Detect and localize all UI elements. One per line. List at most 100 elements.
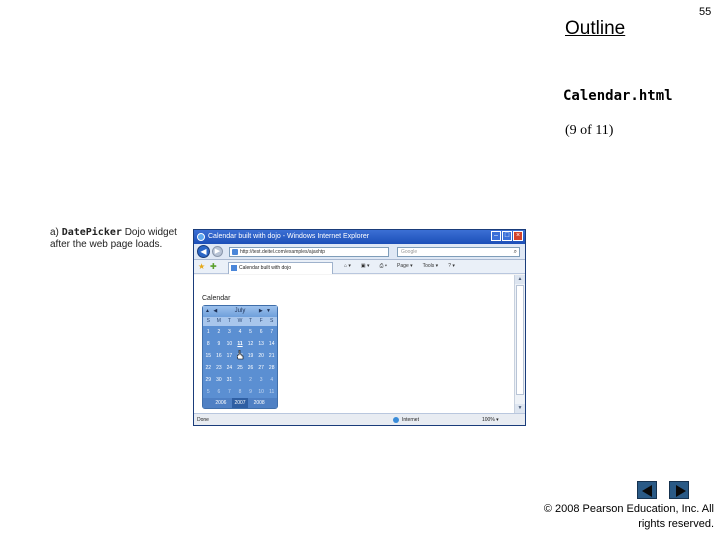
close-icon[interactable]: ×	[513, 231, 523, 241]
status-zone: Internet	[393, 414, 419, 425]
prev-month-icon[interactable]: ▲ ◀	[205, 306, 218, 317]
weekday-header: S	[266, 317, 277, 326]
page-number: 55	[699, 6, 712, 18]
add-favorites-icon[interactable]: ✚	[210, 263, 217, 271]
calendar-day[interactable]: 7	[224, 386, 235, 398]
back-button[interactable]: ◀	[197, 245, 210, 258]
calendar-day[interactable]: 30	[214, 374, 225, 386]
figure-caption: a) DatePicker Dojo widget after the web …	[50, 227, 185, 251]
home-icon[interactable]: ⌂ ▾	[344, 263, 351, 269]
calendar-day[interactable]: 9	[214, 338, 225, 350]
part-label: (9 of 11)	[565, 123, 614, 138]
calendar-heading: Calendar	[202, 295, 231, 302]
outline-link[interactable]: Outline	[565, 18, 625, 40]
tools-menu[interactable]: Tools ▾	[423, 263, 439, 269]
calendar-day[interactable]: 29	[203, 374, 214, 386]
calendar-day[interactable]: 19	[245, 350, 256, 362]
hand-cursor-icon	[237, 350, 244, 360]
browser-tab[interactable]: Calendar built with dojo	[228, 262, 333, 274]
weekday-header: W	[234, 317, 246, 326]
browser-title: Calendar built with dojo - Windows Inter…	[208, 233, 370, 240]
previous-slide-button[interactable]	[637, 481, 657, 499]
scroll-up-icon[interactable]: ▲	[515, 275, 525, 284]
calendar-day[interactable]: 22	[203, 362, 214, 374]
calendar-day[interactable]: 8	[203, 338, 214, 350]
page-menu[interactable]: Page ▾	[397, 263, 413, 269]
calendar-day[interactable]: 10	[256, 386, 267, 398]
browser-titlebar: Calendar built with dojo - Windows Inter…	[194, 230, 525, 244]
calendar-day[interactable]: 14	[266, 338, 277, 350]
calendar-day[interactable]: 3	[256, 374, 267, 386]
calendar-day[interactable]: 6	[256, 326, 267, 338]
year-selector: 2006 2007 2008	[203, 398, 277, 408]
calendar-day[interactable]: 17	[224, 350, 235, 362]
url-field[interactable]: http://test.deitel.com/examples/ajaxhtp	[229, 247, 389, 257]
weekday-header: F	[255, 317, 267, 326]
calendar-day[interactable]: 25	[235, 362, 246, 374]
address-bar: ◀ ▶ http://test.deitel.com/examples/ajax…	[194, 244, 525, 260]
calendar-day[interactable]: 31	[224, 374, 235, 386]
scroll-down-icon[interactable]: ▼	[515, 404, 525, 413]
calendar-day[interactable]: 4	[266, 374, 277, 386]
forward-button[interactable]: ▶	[212, 246, 223, 257]
calendar-day[interactable]: 20	[256, 350, 267, 362]
next-slide-button[interactable]	[669, 481, 689, 499]
calendar-day[interactable]: 12	[245, 338, 256, 350]
calendar-day[interactable]: 5	[203, 386, 214, 398]
calendar-day[interactable]: 10	[224, 338, 235, 350]
status-bar: Done Internet 100% ▾	[194, 413, 525, 425]
window-controls: – □ ×	[491, 231, 523, 241]
calendar-day[interactable]: 26	[245, 362, 256, 374]
search-icon[interactable]: ⌕	[514, 248, 517, 256]
calendar-day[interactable]: 11	[266, 386, 277, 398]
caption-prefix: a)	[50, 227, 59, 238]
minimize-icon[interactable]: –	[491, 231, 501, 241]
weekday-header: M	[213, 317, 225, 326]
favorites-star-icon[interactable]: ★	[198, 263, 205, 271]
year-option[interactable]: 2007	[232, 398, 248, 408]
year-option[interactable]: 2008	[252, 398, 267, 408]
calendar-day[interactable]: 13	[256, 338, 267, 350]
calendar-day[interactable]: 24	[224, 362, 235, 374]
next-month-icon[interactable]: ▶ ▼	[259, 306, 272, 317]
search-input[interactable]: Google ⌕	[397, 247, 520, 257]
ie-icon	[197, 233, 205, 241]
copyright-notice: © 2008 Pearson Education, Inc. All right…	[543, 503, 714, 530]
file-name: Calendar.html	[563, 88, 673, 104]
print-icon[interactable]: ⎙ ▾	[380, 263, 388, 269]
calendar-day[interactable]: 9	[245, 386, 256, 398]
browser-window: Calendar built with dojo - Windows Inter…	[193, 229, 526, 426]
calendar-day[interactable]: 2	[245, 374, 256, 386]
weekday-header: T	[245, 317, 256, 326]
calendar-day[interactable]: 16	[214, 350, 225, 362]
calendar-day[interactable]: 8	[235, 386, 246, 398]
zoom-control[interactable]: 100% ▾	[482, 414, 499, 425]
calendar-day[interactable]: 11	[235, 338, 246, 350]
feeds-icon[interactable]: ▣ ▾	[361, 263, 370, 269]
caption-code: DatePicker	[61, 227, 122, 238]
previous-arrow-icon	[642, 485, 652, 497]
month-label: July	[234, 308, 246, 314]
calendar-day[interactable]: 5	[245, 326, 256, 338]
weekday-header: S	[203, 317, 214, 326]
vertical-scrollbar[interactable]: ▲ ▼	[514, 275, 525, 413]
calendar-day[interactable]: 23	[214, 362, 225, 374]
page-content: Calendar ▲ ◀ July ▶ ▼ S M T W T F S 1 2 3 4 5 6 7 8 9 10…	[194, 275, 514, 413]
calendar-day[interactable]: 15	[203, 350, 214, 362]
command-buttons: ⌂ ▾ ▣ ▾ ⎙ ▾ Page ▾ Tools ▾ ? ▾	[344, 263, 455, 269]
calendar-day[interactable]: 3	[224, 326, 235, 338]
help-menu[interactable]: ? ▾	[448, 263, 455, 269]
command-bar: ★ ✚ Calendar built with dojo ⌂ ▾ ▣ ▾ ⎙ ▾…	[194, 260, 525, 274]
maximize-icon[interactable]: □	[502, 231, 512, 241]
calendar-day[interactable]: 27	[256, 362, 267, 374]
calendar-day[interactable]: 21	[266, 350, 277, 362]
calendar-day[interactable]: 6	[214, 386, 225, 398]
scroll-thumb[interactable]	[516, 285, 524, 395]
calendar-day[interactable]: 7	[266, 326, 277, 338]
calendar-day[interactable]: 28	[266, 362, 277, 374]
calendar-day[interactable]: 4	[235, 326, 246, 338]
calendar-day[interactable]: 1	[235, 374, 246, 386]
calendar-day[interactable]: 1	[203, 326, 214, 338]
year-option[interactable]: 2006	[213, 398, 228, 408]
calendar-day[interactable]: 2	[214, 326, 225, 338]
